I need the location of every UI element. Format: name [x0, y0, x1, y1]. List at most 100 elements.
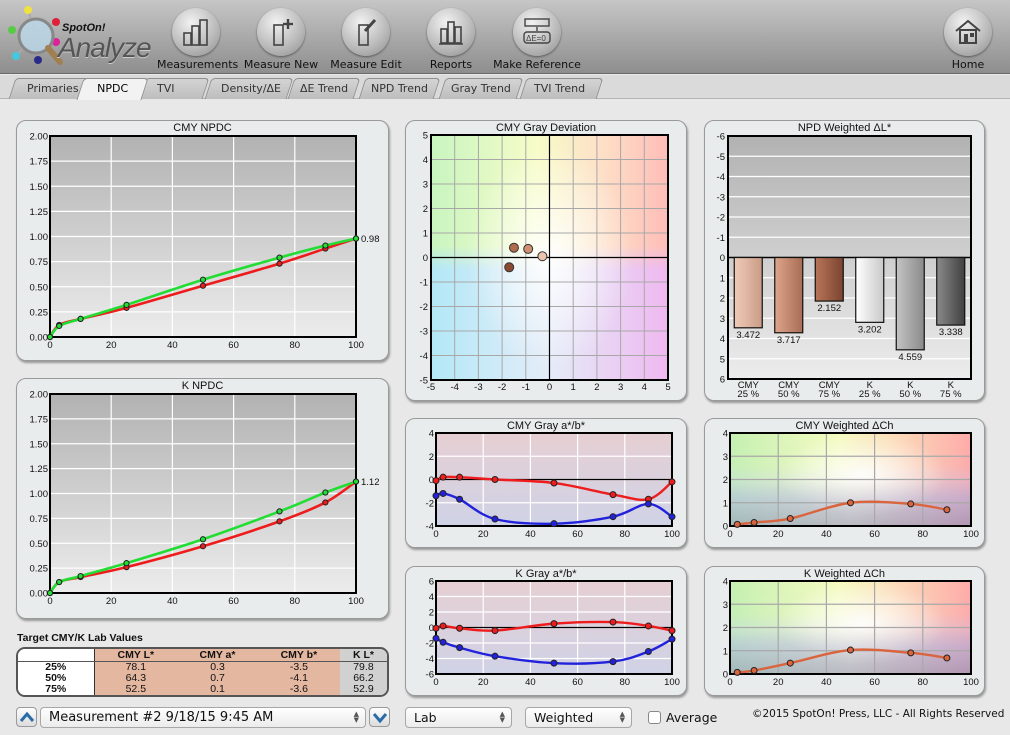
data-point [750, 519, 758, 527]
select-arrows-icon: ▲ ▼ [353, 710, 359, 724]
reports-button[interactable]: Reports [421, 8, 481, 71]
x-tick-label: 80 [918, 677, 929, 688]
npd-weighted-dl-chart: -6-5-4-3-2-101234563.472CMY25 %3.717CMY5… [717, 132, 972, 400]
x-tick-label: 60 [572, 677, 583, 688]
data-point [123, 560, 130, 567]
mode-select[interactable]: Weighted ▲ ▼ [525, 707, 632, 728]
x-tick-label: 100 [664, 677, 680, 688]
y-tick-label: 1 [720, 273, 725, 284]
tab-tvi-trend[interactable]: TVI Trend [519, 78, 604, 99]
k-weighted-dch-chart: 0 20 40 60 80 100 0 1 2 3 4 [723, 577, 979, 689]
header-cmy-b: CMY b* [257, 649, 340, 662]
bar [774, 256, 804, 334]
tab-density-de[interactable]: Density/ΔE [204, 78, 294, 99]
header-cmy-a: CMY a* [177, 649, 258, 662]
y-tick-label: 1 [423, 229, 428, 240]
make-reference-button[interactable]: ΔE=0 Make Reference [492, 8, 582, 71]
chevron-up-icon [19, 711, 34, 722]
x-tick-label: 100 [348, 340, 364, 351]
data-point [322, 499, 329, 506]
x-tick-label: 100 [963, 677, 979, 688]
bar-value-label: 2.152 [817, 303, 841, 314]
y-tick-label: 1.75 [30, 157, 49, 168]
scatter-point [508, 242, 519, 253]
tab-npd-trend[interactable]: NPD Trend [358, 78, 441, 99]
delta-e-zero-icon: ΔE=0 [523, 18, 551, 44]
y-tick-label: 1.25 [30, 464, 49, 475]
x-tick-label: 60 [228, 596, 239, 607]
data-point [439, 638, 447, 646]
data-point [550, 659, 558, 667]
cmy-gray-ab-chart: 0 20 40 60 80 100-4-2024 [426, 429, 680, 541]
measure-edit-button[interactable]: Measure Edit [328, 8, 404, 71]
tab-tvi[interactable]: TVI [138, 78, 209, 99]
data-point [199, 536, 207, 543]
tab-de-trend[interactable]: ΔE Trend [287, 78, 361, 99]
x-tick-label: 100 [963, 529, 979, 540]
tab-tvi-trend-label: TVI Trend [534, 82, 586, 95]
measurements-button[interactable]: Measurements [157, 8, 238, 71]
y-tick-label: 2 [720, 294, 725, 305]
previous-measurement-button[interactable] [16, 707, 37, 727]
data-point [786, 515, 794, 523]
bar-chart-icon [439, 21, 463, 45]
home-icon [955, 19, 981, 44]
x-tick-label: 5 [665, 382, 670, 393]
data-point [786, 659, 794, 667]
x-tick-label: 20 [478, 529, 489, 540]
x-tick-label: 20 [773, 529, 784, 540]
data-point [907, 500, 915, 508]
tab-density-de-label: Density/ΔE [221, 82, 282, 95]
cmy-gray-deviation-panel: CMY Gray Deviation -5 -4 -3 -2 -1 0 1 2 3 4 5 -5 -4-… [405, 120, 687, 401]
data-point [439, 473, 447, 481]
cmy-gray-deviation-chart: -5 -4 -3 -2 -1 0 1 2 3 4 5 -5 -4 -3 -2 -1 0 1 2 3 4 5 [420, 131, 671, 394]
cmy-weighted-dch-chart: 0 20 40 60 80 100 0 1 2 3 4 [723, 429, 979, 541]
y-tick-label: 2.00 [30, 132, 49, 143]
bar [895, 256, 925, 351]
next-measurement-button[interactable] [369, 707, 390, 727]
data-point [456, 473, 464, 481]
y-tick-label: -1 [420, 278, 428, 289]
x-tick-label: -2 [498, 382, 506, 393]
data-point [491, 627, 499, 635]
y-tick-label: 4 [720, 334, 725, 345]
y-tick-label: 1.50 [30, 182, 49, 193]
select-arrows-icon: ▲ ▼ [619, 710, 625, 724]
x-tick-label: 1 [571, 382, 576, 393]
x-tick-label: 60 [572, 529, 583, 540]
x-tick-label: 100 [348, 596, 364, 607]
tab-npdc[interactable]: NPDC [76, 78, 149, 100]
y-tick-label: 5 [720, 354, 725, 365]
tab-gray-trend[interactable]: Gray Trend [438, 78, 524, 99]
cell-cmy-a: 0.1 [177, 684, 258, 695]
y-tick-label: 0.25 [30, 564, 49, 575]
data-point [609, 513, 617, 521]
data-point [733, 520, 741, 528]
y-tick-label: -2 [426, 639, 434, 650]
colorspace-select[interactable]: Lab ▲ ▼ [405, 707, 512, 728]
cmy-npdc-panel: CMY NPDC 0 20 40 60 80 100 0.00 0.25 0.50 0.75 1.0… [16, 120, 389, 361]
header-cmy-l: CMY L* [94, 649, 178, 662]
x-category-label: 50 % [778, 389, 800, 400]
average-checkbox[interactable] [648, 711, 661, 724]
measurement-select[interactable]: Measurement #2 9/18/15 9:45 AM ▲ ▼ [40, 707, 366, 728]
data-point [456, 624, 464, 632]
y-tick-label: 1 [723, 498, 728, 509]
measure-new-button[interactable]: Measure New [243, 8, 319, 71]
x-tick-label: 0 [727, 677, 732, 688]
data-point [322, 242, 329, 249]
data-point [609, 491, 617, 499]
data-point [943, 506, 951, 514]
y-tick-label: 1.50 [30, 439, 49, 450]
chevron-down-icon [372, 713, 387, 723]
tab-primaries-label: Primaries [27, 82, 79, 95]
home-button[interactable]: Home [938, 8, 998, 71]
data-point [733, 668, 741, 676]
data-point [609, 618, 617, 626]
home-label: Home [951, 58, 985, 71]
data-point [668, 635, 676, 643]
x-tick-label: 80 [620, 529, 631, 540]
x-tick-label: -3 [474, 382, 482, 393]
y-tick-label: -3 [717, 192, 725, 203]
y-tick-label: 1 [723, 646, 728, 657]
